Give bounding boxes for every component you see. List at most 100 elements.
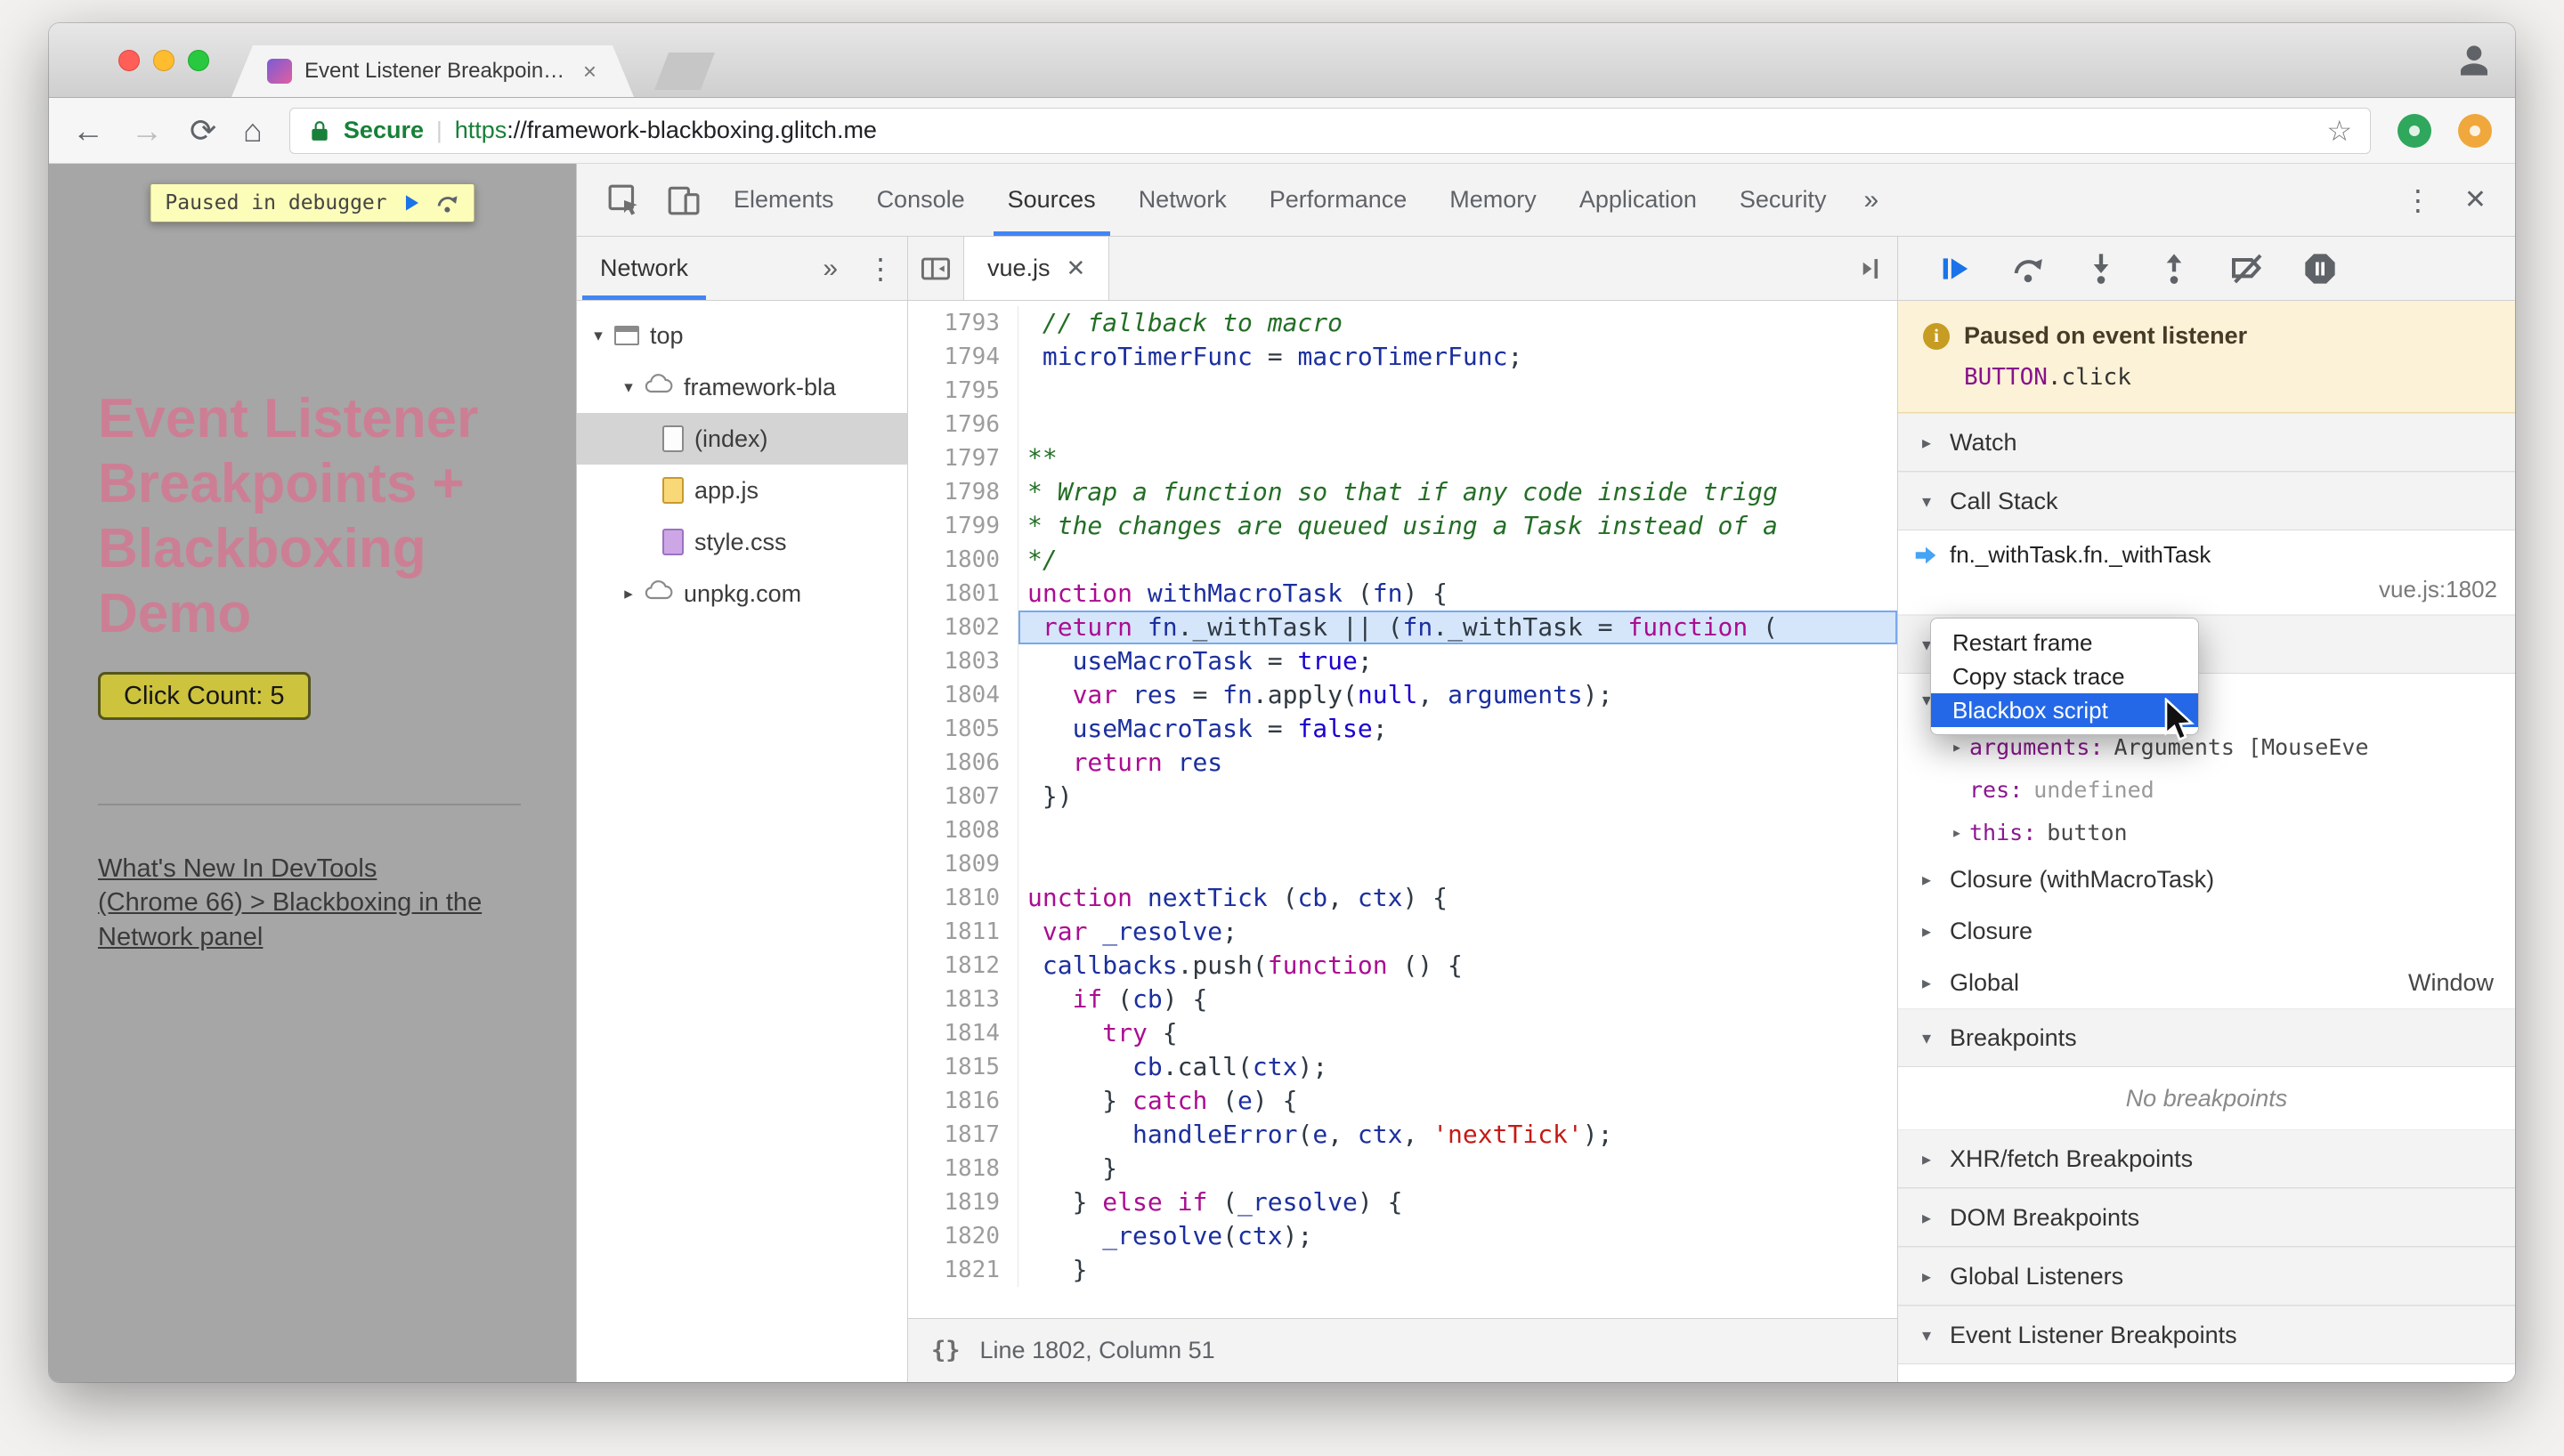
window-close-icon[interactable] — [118, 50, 140, 71]
code-line-text: } else if (_resolve) { — [1027, 1187, 1403, 1217]
section-watch[interactable]: ▸ Watch — [1898, 413, 2515, 472]
line-number[interactable]: 1814 — [908, 1016, 1018, 1050]
line-number[interactable]: 1809 — [908, 847, 1018, 881]
resume-script-icon[interactable] — [1937, 251, 1973, 287]
page-link[interactable]: What's New In DevTools (Chrome 66) > Bla… — [98, 852, 521, 956]
section-xhr-breakpoints[interactable]: ▸ XHR/fetch Breakpoints — [1898, 1129, 2515, 1188]
line-number[interactable]: 1819 — [908, 1185, 1018, 1219]
inspect-element-icon[interactable] — [595, 183, 653, 217]
more-tabs-icon[interactable]: » — [1847, 185, 1895, 215]
tree-item-stylecss[interactable]: style.css — [577, 516, 907, 568]
step-into-icon[interactable] — [2083, 251, 2119, 287]
extension-icon-2[interactable] — [2458, 113, 2492, 148]
browser-tab[interactable]: Event Listener Breakpoints + B × — [231, 45, 634, 97]
scope-var-this[interactable]: ▸ this: button — [1898, 811, 2515, 853]
navigator-tab-network[interactable]: Network — [577, 237, 711, 300]
line-number[interactable]: 1813 — [908, 983, 1018, 1016]
code-area[interactable]: 1793 // fallback to macro 1794 microTimer… — [908, 301, 1897, 1318]
scope-closure[interactable]: ▸ Closure — [1898, 905, 2515, 957]
line-number[interactable]: 1798 — [908, 475, 1018, 509]
tree-item-unpkg[interactable]: ▸ unpkg.com — [577, 568, 907, 619]
tab-security[interactable]: Security — [1718, 164, 1848, 236]
line-number[interactable]: 1803 — [908, 644, 1018, 678]
line-number[interactable]: 1802 — [908, 611, 1018, 644]
step-over-icon[interactable] — [2010, 251, 2046, 287]
home-icon[interactable]: ⌂ — [243, 114, 263, 147]
tab-memory[interactable]: Memory — [1428, 164, 1558, 236]
devtools-menu-icon[interactable]: ⋮ — [2391, 183, 2445, 217]
banner-step-over-icon[interactable] — [435, 190, 460, 215]
back-icon[interactable]: ← — [72, 114, 104, 147]
reload-icon[interactable]: ⟳ — [190, 114, 216, 147]
click-count-button[interactable]: Click Count: 5 — [98, 671, 311, 720]
tab-network[interactable]: Network — [1117, 164, 1248, 236]
pause-on-exceptions-icon[interactable] — [2302, 251, 2338, 287]
line-number[interactable]: 1805 — [908, 712, 1018, 746]
call-stack-frame[interactable]: fn._withTask.fn._withTask vue.js:1802 — [1898, 530, 2515, 615]
extension-icon-1[interactable] — [2398, 113, 2431, 148]
editor-tab-close-icon[interactable]: ✕ — [1067, 255, 1086, 282]
tab-application[interactable]: Application — [1558, 164, 1718, 236]
tree-item-top[interactable]: ▾ top — [577, 310, 907, 361]
line-number[interactable]: 1808 — [908, 813, 1018, 847]
menu-item-copy-stack-trace[interactable]: Copy stack trace — [1931, 659, 2198, 693]
deactivate-breakpoints-icon[interactable] — [2229, 251, 2265, 287]
address-bar[interactable]: Secure | https://framework-blackboxing.g… — [288, 107, 2371, 154]
line-number[interactable]: 1821 — [908, 1253, 1018, 1287]
editor-tab-vuejs[interactable]: vue.js ✕ — [963, 237, 1110, 300]
window-minimize-icon[interactable] — [153, 50, 174, 71]
line-number[interactable]: 1795 — [908, 374, 1018, 408]
section-global-listeners[interactable]: ▸ Global Listeners — [1898, 1247, 2515, 1306]
step-out-icon[interactable] — [2156, 251, 2192, 287]
line-number[interactable]: 1793 — [908, 306, 1018, 340]
tab-close-icon[interactable]: × — [581, 58, 598, 85]
line-number[interactable]: 1806 — [908, 746, 1018, 780]
code-line: 1804 var res = fn.apply(null, arguments)… — [908, 678, 1897, 712]
line-number[interactable]: 1797 — [908, 441, 1018, 475]
line-number[interactable]: 1810 — [908, 881, 1018, 915]
line-number[interactable]: 1799 — [908, 509, 1018, 543]
section-dom-breakpoints[interactable]: ▸ DOM Breakpoints — [1898, 1188, 2515, 1247]
tab-performance[interactable]: Performance — [1248, 164, 1429, 236]
line-number[interactable]: 1816 — [908, 1084, 1018, 1118]
scope-closure-withmacrotask[interactable]: ▸ Closure (withMacroTask) — [1898, 853, 2515, 905]
tree-item-appjs[interactable]: app.js — [577, 465, 907, 516]
tab-console[interactable]: Console — [856, 164, 986, 236]
frame-location[interactable]: vue.js:1802 — [1912, 576, 2497, 603]
devtools-close-icon[interactable]: ✕ — [2452, 184, 2499, 215]
section-breakpoints[interactable]: ▾ Breakpoints — [1898, 1008, 2515, 1067]
toggle-debugger-sidebar-icon[interactable] — [1842, 255, 1897, 282]
menu-item-blackbox-script[interactable]: Blackbox script — [1931, 693, 2198, 727]
navigator-menu-icon[interactable]: ⋮ — [854, 252, 907, 286]
window-zoom-icon[interactable] — [188, 50, 209, 71]
line-number[interactable]: 1807 — [908, 780, 1018, 813]
forward-icon[interactable]: → — [131, 114, 163, 147]
section-event-listener-breakpoints[interactable]: ▾ Event Listener Breakpoints — [1898, 1306, 2515, 1364]
scope-global[interactable]: ▸ Global Window — [1898, 957, 2515, 1008]
line-number[interactable]: 1815 — [908, 1050, 1018, 1084]
tree-item-domain[interactable]: ▾ framework-bla — [577, 361, 907, 413]
bookmark-star-icon[interactable]: ☆ — [2326, 114, 2352, 148]
line-number[interactable]: 1801 — [908, 577, 1018, 611]
line-number[interactable]: 1800 — [908, 543, 1018, 577]
navigator-more-tabs-icon[interactable]: » — [807, 254, 854, 284]
new-tab-button[interactable] — [654, 53, 715, 90]
menu-item-restart-frame[interactable]: Restart frame — [1931, 626, 2198, 659]
tab-elements[interactable]: Elements — [712, 164, 856, 236]
line-number[interactable]: 1804 — [908, 678, 1018, 712]
hide-navigator-icon[interactable] — [908, 255, 963, 282]
banner-resume-icon[interactable] — [400, 191, 423, 214]
line-number[interactable]: 1817 — [908, 1118, 1018, 1152]
line-number[interactable]: 1820 — [908, 1219, 1018, 1253]
line-number[interactable]: 1796 — [908, 408, 1018, 441]
device-toolbar-icon[interactable] — [653, 183, 712, 217]
scope-var-res[interactable]: res: undefined — [1898, 768, 2515, 811]
line-number[interactable]: 1812 — [908, 949, 1018, 983]
line-number[interactable]: 1818 — [908, 1152, 1018, 1185]
line-number[interactable]: 1811 — [908, 915, 1018, 949]
tree-item-index[interactable]: (index) — [577, 413, 907, 465]
profile-icon[interactable] — [2456, 43, 2492, 83]
section-call-stack[interactable]: ▾ Call Stack — [1898, 472, 2515, 530]
line-number[interactable]: 1794 — [908, 340, 1018, 374]
tab-sources[interactable]: Sources — [986, 164, 1117, 236]
